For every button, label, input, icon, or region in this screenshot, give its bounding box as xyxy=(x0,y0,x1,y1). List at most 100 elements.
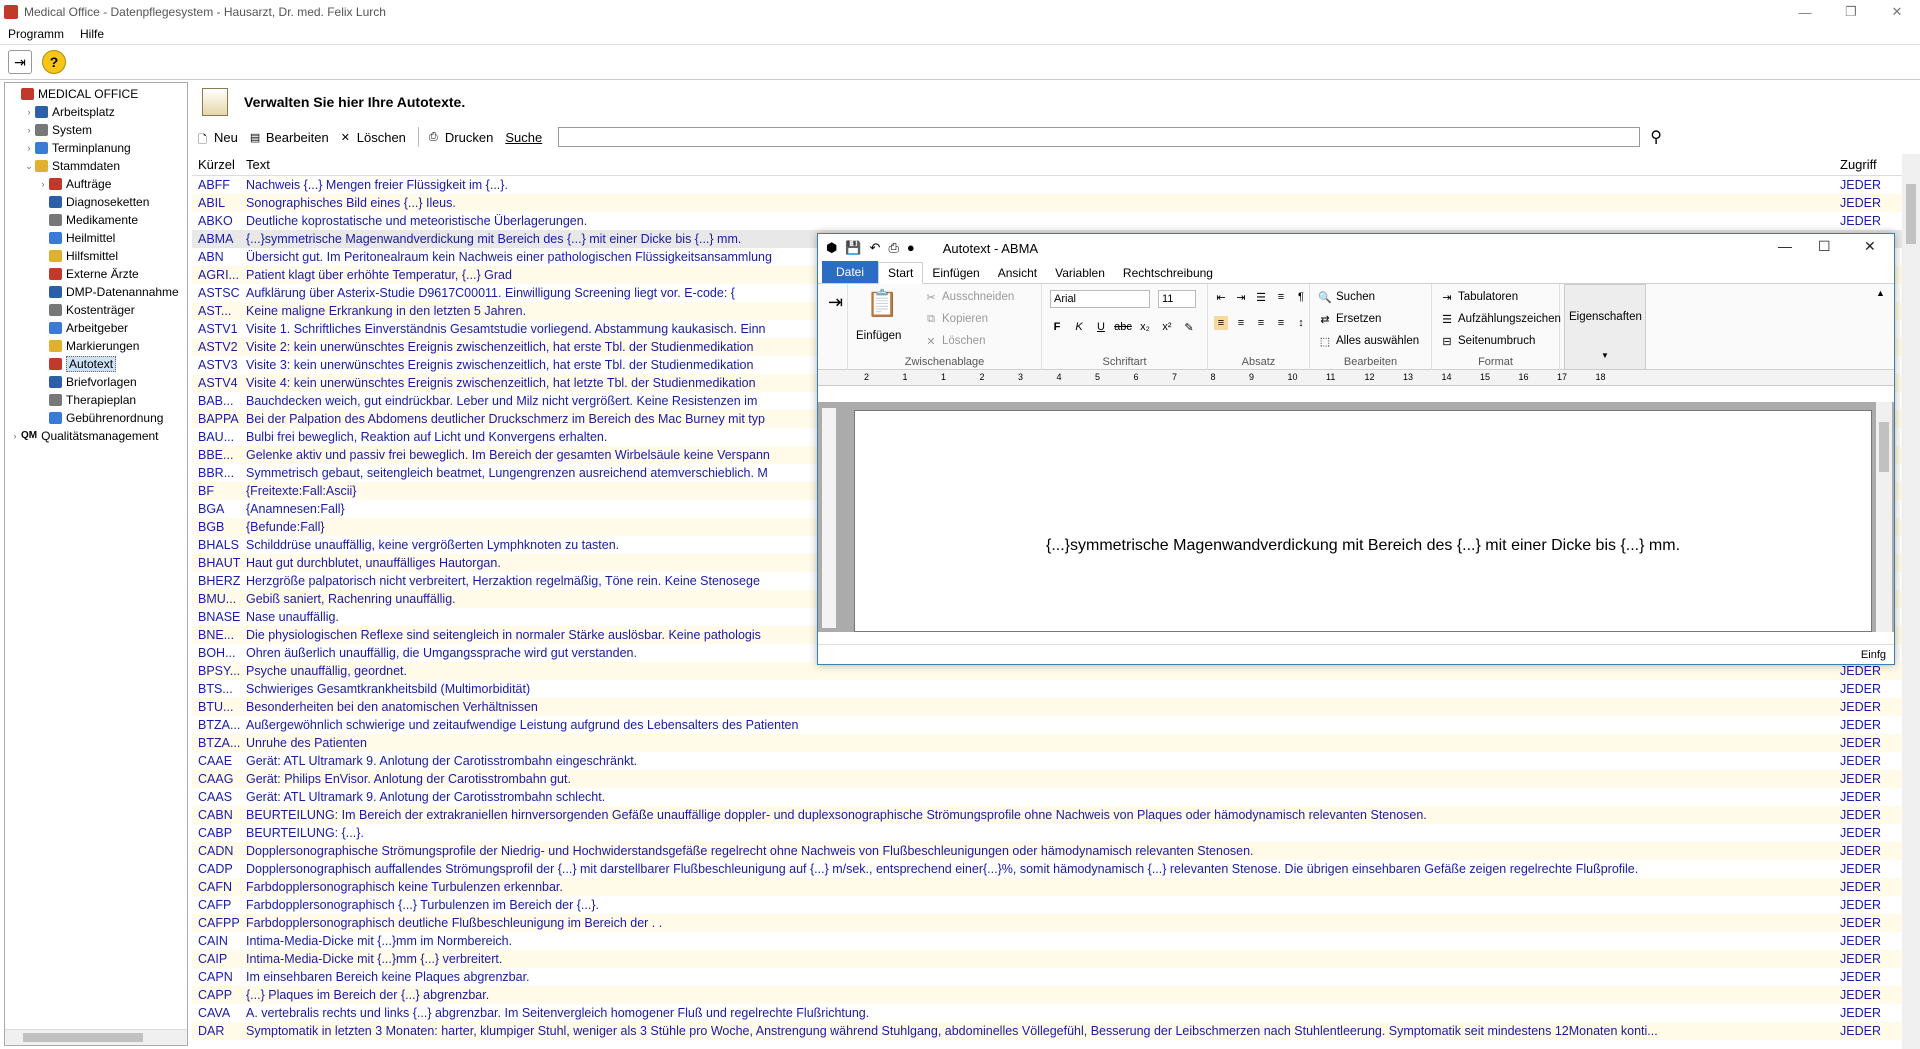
table-row[interactable]: CAAG Gerät: Philips EnVisor. Anlotung der… xyxy=(192,770,1904,788)
justify-icon[interactable]: ≡ xyxy=(1274,316,1288,330)
tree-item-11[interactable]: Externe Ärzte xyxy=(5,265,187,283)
table-row[interactable]: CADP Dopplersonographisch auffallendes St… xyxy=(192,860,1904,878)
tree-item-13[interactable]: Kostenträger xyxy=(5,301,187,319)
table-vscrollbar[interactable] xyxy=(1902,154,1920,1049)
tree-item-4[interactable]: › Terminplanung xyxy=(5,139,187,157)
page-break-button[interactable]: ⊟ Seitenumbruch xyxy=(1440,334,1535,348)
save-icon[interactable]: 💾 xyxy=(845,240,861,256)
table-row[interactable]: CAVA A. vertebralis rechts und links {...… xyxy=(192,1004,1904,1022)
tree-item-15[interactable]: Markierungen xyxy=(5,337,187,355)
expand-chevron-icon[interactable]: › xyxy=(9,431,21,441)
tree-item-5[interactable]: ⌄ Stammdaten xyxy=(5,157,187,175)
tree-item-20[interactable]: › QM Qualitätsmanagement xyxy=(5,427,187,445)
collapse-ribbon-icon[interactable]: ▲ xyxy=(1876,288,1885,298)
table-row[interactable]: CAAE Gerät: ATL Ultramark 9. Anlotung der… xyxy=(192,752,1904,770)
tab-start[interactable]: Start xyxy=(878,262,924,284)
tab-einfuegen[interactable]: Einfügen xyxy=(923,263,988,283)
table-row[interactable]: CADN Dopplersonographische Strömungsprofi… xyxy=(192,842,1904,860)
align-center-icon[interactable]: ≡ xyxy=(1234,316,1248,330)
decrease-indent-icon[interactable]: ⇤ xyxy=(1214,290,1228,304)
user-icon[interactable]: ● xyxy=(907,240,915,256)
bold-icon[interactable]: F xyxy=(1050,320,1064,334)
delete-text-button[interactable]: ✕ Löschen xyxy=(924,334,985,348)
dialog-maximize-icon[interactable]: ☐ xyxy=(1818,238,1831,255)
tree-item-9[interactable]: Heilmittel xyxy=(5,229,187,247)
superscript-icon[interactable]: x² xyxy=(1160,320,1174,334)
table-row[interactable]: CAIP Intima-Media-Dicke mit {...}mm {...}… xyxy=(192,950,1904,968)
tree-item-7[interactable]: Diagnoseketten xyxy=(5,193,187,211)
tab-variablen[interactable]: Variablen xyxy=(1046,263,1114,283)
dialog-close-icon[interactable]: ✕ xyxy=(1864,238,1876,255)
search-icon[interactable]: ⚲ xyxy=(1650,127,1662,147)
tree-item-19[interactable]: Gebührenordnung xyxy=(5,409,187,427)
search-input[interactable] xyxy=(558,127,1641,147)
exit-icon[interactable]: ⇥ xyxy=(8,50,32,74)
copy-button[interactable]: ⧉ Kopieren xyxy=(924,312,988,326)
print-button[interactable]: ⎙ Drucken xyxy=(429,130,493,145)
document-text[interactable]: {...}symmetrische Magenwandverdickung mi… xyxy=(855,537,1871,555)
document-vscrollbar[interactable] xyxy=(1876,402,1892,632)
table-row[interactable]: CAPN Im einsehbaren Bereich keine Plaques… xyxy=(192,968,1904,986)
tree-item-6[interactable]: › Aufträge xyxy=(5,175,187,193)
cut-button[interactable]: ✂ Ausschneiden xyxy=(924,290,1014,304)
line-spacing-icon[interactable]: ↕ xyxy=(1294,316,1308,330)
select-all-button[interactable]: ⬚ Alles auswählen xyxy=(1318,334,1419,348)
pilcrow-icon[interactable]: ¶ xyxy=(1294,290,1308,304)
tree-item-17[interactable]: Briefvorlagen xyxy=(5,373,187,391)
tree-item-12[interactable]: DMP-Datenannahme xyxy=(5,283,187,301)
tree-item-2[interactable]: › Arbeitsplatz xyxy=(5,103,187,121)
document-page[interactable]: {...}symmetrische Magenwandverdickung mi… xyxy=(854,410,1872,632)
minimize-icon[interactable]: — xyxy=(1782,0,1828,24)
expand-chevron-icon[interactable]: › xyxy=(37,179,49,189)
table-row[interactable]: CAFN Farbdopplersonographisch keine Turbu… xyxy=(192,878,1904,896)
expand-chevron-icon[interactable]: ⌄ xyxy=(23,161,35,172)
table-row[interactable]: ABIL Sonographisches Bild eines {...} Ile… xyxy=(192,194,1904,212)
tree-item-18[interactable]: Therapieplan xyxy=(5,391,187,409)
table-row[interactable]: BTU... Besonderheiten bei den anatomische… xyxy=(192,698,1904,716)
menu-hilfe[interactable]: Hilfe xyxy=(72,27,112,41)
bullets-button[interactable]: ☰ Aufzählungszeichen xyxy=(1440,312,1561,326)
table-row[interactable]: ABKO Deutliche koprostatische und meteori… xyxy=(192,212,1904,230)
italic-icon[interactable]: K xyxy=(1072,320,1086,334)
edit-button[interactable]: ▤ Bearbeiten xyxy=(250,130,329,145)
table-row[interactable]: BTS... Schwieriges Gesamtkrankheitsbild (… xyxy=(192,680,1904,698)
tab-rechtschreibung[interactable]: Rechtschreibung xyxy=(1114,263,1222,283)
align-left-icon[interactable]: ≡ xyxy=(1214,316,1228,330)
tabs-button[interactable]: ⇥ Tabulatoren xyxy=(1440,290,1518,304)
properties-button[interactable]: Eigenschaften ▼ xyxy=(1564,284,1646,370)
paste-button[interactable]: Einfügen xyxy=(856,330,901,342)
menu-programm[interactable]: Programm xyxy=(0,27,72,41)
table-row[interactable]: DAR Symptomatik in letzten 3 Monaten: har… xyxy=(192,1022,1904,1040)
table-row[interactable]: CAAS Gerät: ATL Ultramark 9. Anlotung der… xyxy=(192,788,1904,806)
tree-item-1[interactable]: MEDICAL OFFICE xyxy=(5,85,187,103)
subscript-icon[interactable]: x₂ xyxy=(1138,320,1152,334)
tree-item-8[interactable]: Medikamente xyxy=(5,211,187,229)
replace-button[interactable]: ⇄ Ersetzen xyxy=(1318,312,1381,326)
undo-icon[interactable]: ↶ xyxy=(870,240,881,256)
help-icon[interactable]: ? xyxy=(42,50,66,74)
align-right-icon[interactable]: ≡ xyxy=(1254,316,1268,330)
bullet-list-icon[interactable]: ☰ xyxy=(1254,290,1268,304)
tree-item-10[interactable]: Hilfsmittel xyxy=(5,247,187,265)
print-icon[interactable]: ⎙ xyxy=(888,240,898,256)
expand-chevron-icon[interactable]: › xyxy=(23,107,35,117)
table-row[interactable]: CAFPP Farbdopplersonographisch deutliche … xyxy=(192,914,1904,932)
table-row[interactable]: CAIN Intima-Media-Dicke mit {...}mm im No… xyxy=(192,932,1904,950)
column-kuerzel[interactable]: Kürzel xyxy=(192,157,246,172)
column-zugriff[interactable]: Zugriff xyxy=(1836,157,1896,172)
underline-icon[interactable]: U xyxy=(1094,320,1108,334)
dialog-minimize-icon[interactable]: — xyxy=(1778,238,1792,254)
expand-chevron-icon[interactable]: › xyxy=(23,125,35,135)
delete-button[interactable]: ✕ Löschen xyxy=(341,130,406,145)
highlight-icon[interactable]: ✎ xyxy=(1182,320,1196,334)
table-row[interactable]: CAPP {...} Plaques im Bereich der {...} a… xyxy=(192,986,1904,1004)
sidebar-hscrollbar[interactable] xyxy=(5,1029,187,1045)
strikethrough-icon[interactable]: abc xyxy=(1114,320,1132,334)
font-name-select[interactable]: Arial xyxy=(1050,290,1150,308)
tab-datei[interactable]: Datei xyxy=(822,261,879,283)
close-document-icon[interactable]: ⇥ xyxy=(828,292,843,313)
font-size-select[interactable]: 11 xyxy=(1158,290,1196,308)
table-row[interactable]: BTZA... Außergewöhnlich schwierige und ze… xyxy=(192,716,1904,734)
paste-icon[interactable]: 📋 xyxy=(866,288,898,319)
table-row[interactable]: CABN BEURTEILUNG: Im Bereich der extrakra… xyxy=(192,806,1904,824)
